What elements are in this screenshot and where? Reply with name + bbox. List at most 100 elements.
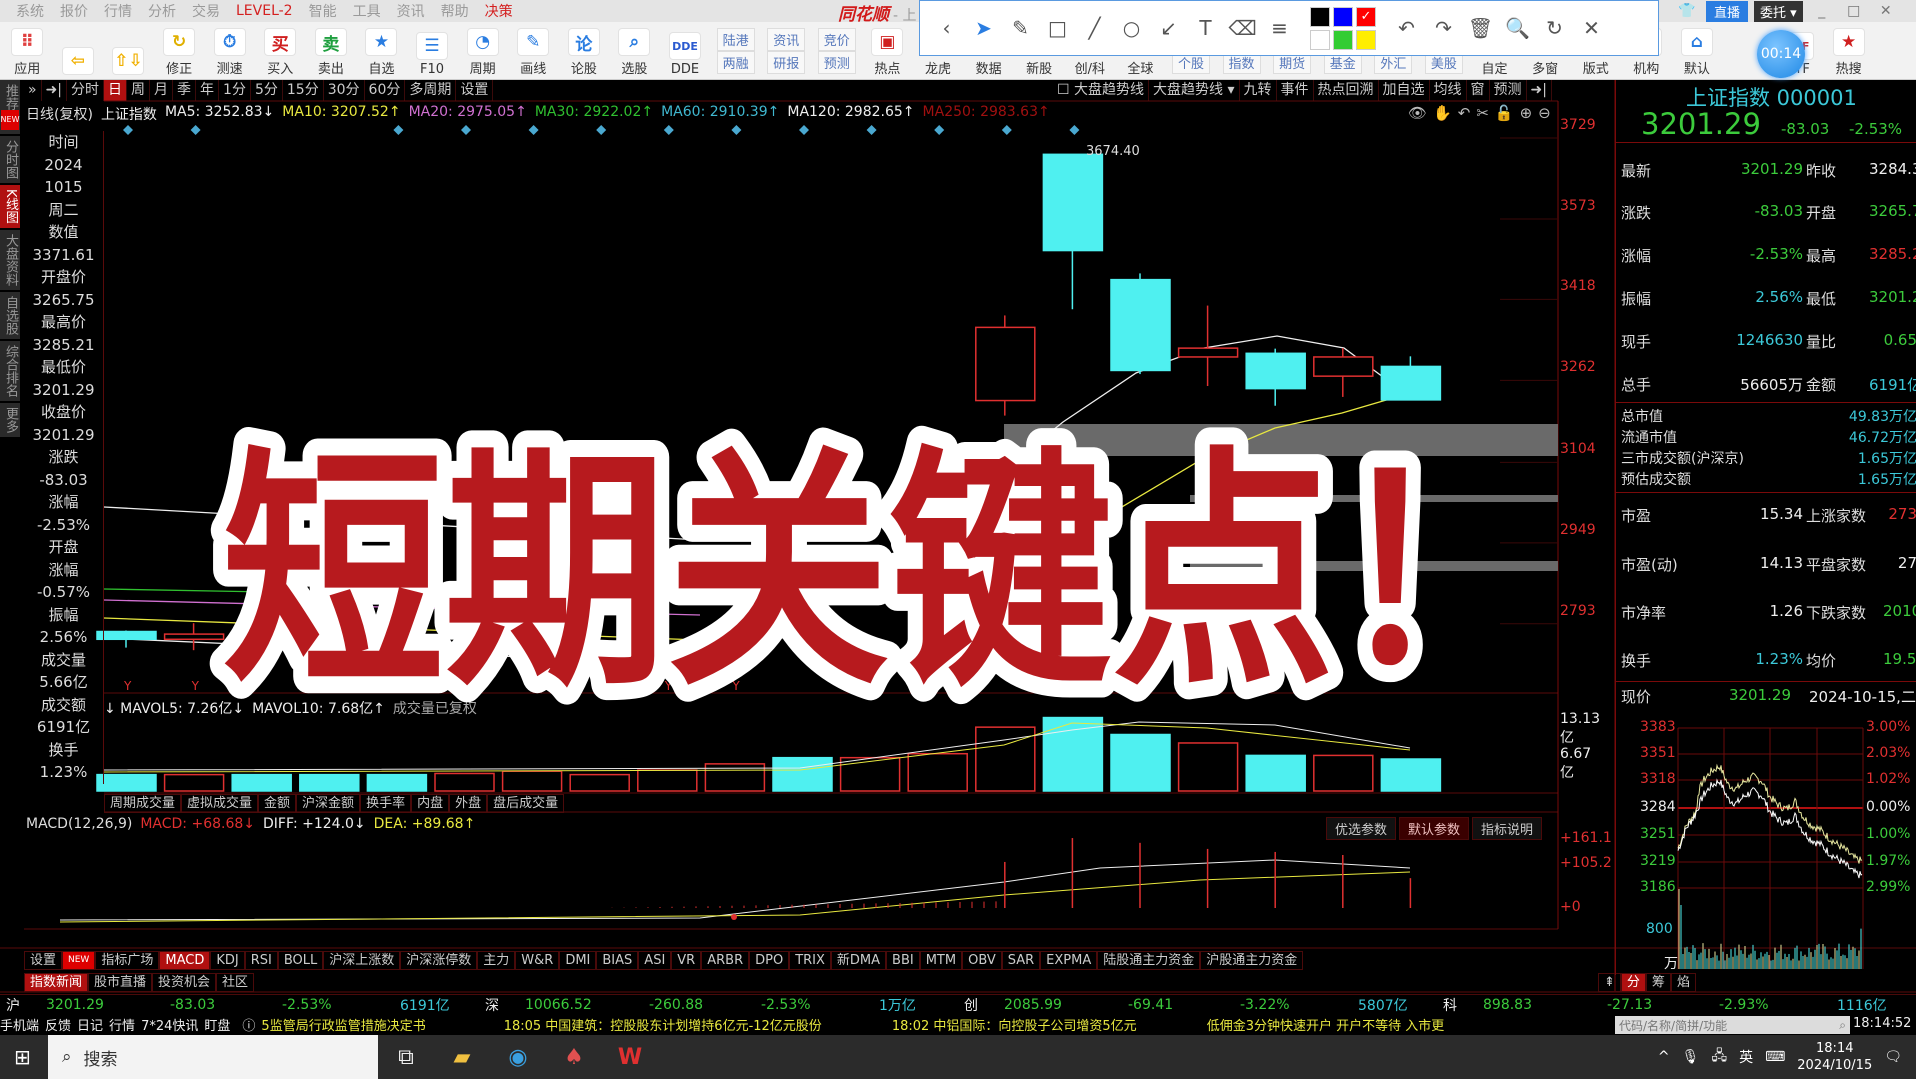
now-price: 3201.29 — [1728, 686, 1791, 704]
notification-icon[interactable]: 🗨 — [1884, 1049, 1902, 1065]
side-tab[interactable]: ⇞ — [1598, 973, 1621, 992]
ime-indicator[interactable]: 英 — [1739, 1047, 1753, 1067]
network-icon[interactable]: 🖧 — [1711, 1045, 1727, 1069]
indicator-tab[interactable]: W&R — [515, 951, 560, 970]
volume-tab[interactable]: 外盘 — [449, 794, 488, 813]
hand-icon[interactable]: ✋ — [1433, 104, 1452, 122]
side-tab[interactable]: 分 — [1620, 973, 1646, 992]
tonghuashun-app-icon[interactable]: ♠ — [546, 1045, 602, 1070]
indicator-tab[interactable]: TRIX — [789, 951, 831, 970]
volume-tab[interactable]: 换手率 — [360, 794, 412, 813]
volume-bar — [569, 773, 630, 792]
side-tab[interactable]: 焰 — [1670, 973, 1696, 992]
ma-line — [103, 588, 701, 601]
info-field: 5.66亿 — [39, 673, 88, 691]
volume-tab[interactable]: 虚拟成交量 — [181, 794, 259, 813]
volume-tab[interactable]: 金额 — [258, 794, 297, 813]
indicator-tab[interactable]: DPO — [749, 951, 790, 970]
val-label: 市净率 — [1621, 604, 1667, 622]
indicator-tab[interactable]: BOLL — [277, 951, 324, 970]
volume-tab[interactable]: 沪深金额 — [296, 794, 361, 813]
indicator-tab[interactable]: EXPMA — [1040, 951, 1098, 970]
indicator-tab[interactable]: 沪深涨停数 — [400, 951, 478, 970]
news-item[interactable]: 18:05 中国建筑：控股股东计划增持6亿元-12亿元股份 — [504, 1015, 822, 1034]
macd-button[interactable]: 指标说明 — [1472, 817, 1543, 840]
indicator-tab[interactable]: MACD — [159, 951, 211, 970]
taskbar-clock[interactable]: 18:14 2024/10/15 — [1797, 1040, 1872, 1074]
info-field: 开盘 — [48, 538, 79, 556]
settings-tab[interactable]: 设置 — [24, 951, 63, 970]
microphone-icon[interactable]: 🎙 — [1682, 1049, 1700, 1065]
support-zones — [1004, 424, 1558, 571]
macd-header-item: MACD(12,26,9) — [26, 816, 133, 832]
indicator-tab[interactable]: DMI — [559, 951, 597, 970]
keyboard-icon[interactable]: ⌨ — [1765, 1049, 1785, 1065]
system-tray: ^ 🎙 🖧 英 ⌨ 18:14 2024/10/15 🗨 — [1658, 1040, 1916, 1074]
volume-tab[interactable]: 内盘 — [411, 794, 450, 813]
candle-body — [96, 630, 157, 641]
y-marker-icon: Y — [191, 679, 200, 693]
y-marker-icon: Y — [123, 679, 132, 693]
news-item[interactable]: 5监管局行政监管措施决定书 — [261, 1015, 425, 1034]
indicator-tab[interactable]: ASI — [638, 951, 672, 970]
file-explorer-icon[interactable]: ▰ — [434, 1045, 490, 1070]
news-item[interactable]: 低佣金3分钟快速开户 开户不等待 入市更 — [1207, 1015, 1445, 1034]
indicator-tab[interactable]: BIAS — [596, 951, 639, 970]
lock-icon[interactable]: 🔓 — [1495, 104, 1514, 122]
news-tab[interactable]: 指数新闻 — [24, 973, 89, 992]
quote-row: 涨跌 -83.03开盘 3265.75 — [1621, 202, 1916, 223]
indicator-tab[interactable]: KDJ — [210, 951, 245, 970]
macd-dot — [731, 914, 737, 920]
indicator-tab[interactable]: 沪深上涨数 — [323, 951, 401, 970]
indicator-tab[interactable]: 沪股通主力资金 — [1200, 951, 1304, 970]
news-tab[interactable]: 投资机会 — [152, 973, 217, 992]
volume-bar — [1245, 754, 1306, 792]
indicator-tab[interactable]: 新DMA — [830, 951, 887, 970]
side-tab[interactable]: 筹 — [1645, 973, 1671, 992]
indicator-tab[interactable]: 陆股通主力资金 — [1097, 951, 1201, 970]
volume-bars — [96, 716, 1442, 792]
news-link[interactable]: 盯盘 — [204, 1015, 230, 1034]
indicator-tab[interactable]: OBV — [962, 951, 1002, 970]
volume-tab[interactable]: 盘后成交量 — [487, 794, 565, 813]
volume-bar — [839, 756, 901, 792]
indicator-tab[interactable]: SAR — [1001, 951, 1041, 970]
news-tab[interactable]: 社区 — [216, 973, 255, 992]
undo-icon[interactable]: ↶ — [1458, 104, 1471, 122]
news-link[interactable]: 行情 — [109, 1015, 135, 1034]
indicator-tab[interactable]: ARBR — [701, 951, 750, 970]
quote-value: 3285.21 — [1869, 245, 1916, 263]
news-link[interactable]: 反馈 — [45, 1015, 71, 1034]
indicator-tab[interactable]: 主力 — [477, 951, 516, 970]
indicator-tab[interactable]: BBI — [886, 951, 920, 970]
scissors-icon[interactable]: ✂ — [1476, 104, 1489, 122]
eye-icon[interactable]: 👁 — [1408, 104, 1427, 122]
macd-button[interactable]: 默认参数 — [1399, 817, 1470, 840]
intraday-price-label: 3284 — [1640, 799, 1676, 815]
volume-tab[interactable]: 周期成交量 — [104, 794, 182, 813]
macd-button[interactable]: 优选参数 — [1326, 817, 1397, 840]
news-item[interactable]: 18:02 中铝国际：向控股子公司增资5亿元 — [892, 1015, 1137, 1034]
zoom-out-icon[interactable]: ⊖ — [1538, 104, 1551, 122]
edge-browser-icon[interactable]: ◉ — [490, 1045, 546, 1070]
taskbar-search[interactable]: ⌕ 搜索 — [48, 1035, 378, 1079]
indicator-tab[interactable]: 指标广场 — [95, 951, 160, 970]
code-search-input[interactable]: 代码/名称/简拼/功能 ⌕ — [1615, 1016, 1850, 1034]
price-axis-label: 3262 — [1560, 359, 1596, 376]
indicator-tab[interactable]: MTM — [919, 951, 963, 970]
news-link[interactable]: 手机端 — [0, 1015, 39, 1034]
news-link[interactable]: 日记 — [77, 1015, 103, 1034]
indicator-tab[interactable]: VR — [671, 951, 702, 970]
news-link[interactable]: 7*24快讯 — [141, 1015, 198, 1034]
indicator-tab[interactable]: RSI — [244, 951, 278, 970]
quote-value: 0.65 — [1883, 331, 1916, 349]
task-view-icon[interactable]: ⧉ — [378, 1045, 434, 1070]
candle — [163, 623, 225, 651]
windows-start-icon[interactable]: ⊞ — [14, 1045, 31, 1069]
tray-chevron-icon[interactable]: ^ — [1658, 1049, 1670, 1065]
info-field: -0.57% — [36, 583, 91, 601]
ma-line — [103, 506, 701, 541]
zoom-in-icon[interactable]: ⊕ — [1520, 104, 1533, 122]
news-tab[interactable]: 股市直播 — [88, 973, 153, 992]
wps-icon[interactable]: W — [602, 1045, 658, 1070]
